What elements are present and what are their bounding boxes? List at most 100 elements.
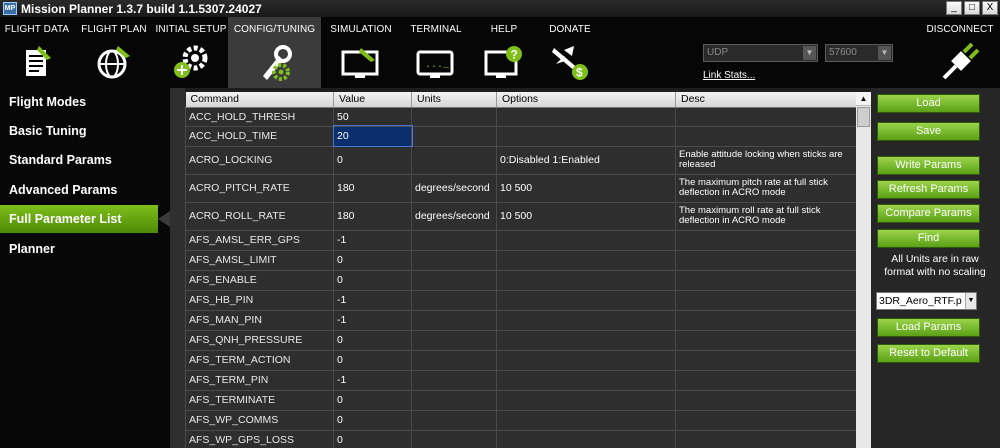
table-row[interactable]: AFS_ENABLE 0 <box>185 269 856 291</box>
table-row[interactable]: ACRO_ROLL_RATE 180 degrees/second 10 500 The… <box>185 201 856 231</box>
compare-params-button[interactable]: Compare Params <box>877 204 980 223</box>
param-units-cell <box>411 106 497 127</box>
link-stats-link[interactable]: Link Stats... <box>703 70 755 81</box>
table-row[interactable]: ACC_HOLD_THRESH 50 <box>185 106 856 127</box>
nav-planner[interactable]: Planner <box>0 235 170 263</box>
menu-help[interactable]: HELP ? <box>471 17 537 88</box>
table-row[interactable]: AFS_HB_PIN -1 <box>185 289 856 311</box>
connection-type-select[interactable]: UDP ▼ <box>703 44 818 62</box>
param-value-cell[interactable]: 0 <box>333 349 412 371</box>
param-value-cell[interactable]: 0 <box>333 249 412 271</box>
table-row[interactable]: AFS_WP_COMMS 0 <box>185 409 856 431</box>
window-controls: _ □ X <box>946 1 998 15</box>
menu-donate[interactable]: DONATE $ <box>537 17 603 88</box>
param-value-cell[interactable]: 0 <box>333 409 412 431</box>
param-file-select[interactable]: 3DR_Aero_RTF.p ▼ <box>876 292 977 310</box>
menu-config-tuning[interactable]: CONFIG/TUNING <box>228 17 321 88</box>
chevron-down-icon: ▼ <box>878 46 891 60</box>
param-options-cell: 10 500 <box>496 201 676 231</box>
scroll-up-icon[interactable]: ▲ <box>856 92 871 106</box>
menu-flight-data[interactable]: FLIGHT DATA <box>0 17 74 88</box>
table-row[interactable]: AFS_TERM_PIN -1 <box>185 369 856 391</box>
find-button[interactable]: Find <box>877 229 980 248</box>
right-action-panel: Load Save Write Params Refresh Params Co… <box>871 88 1000 448</box>
minimize-button[interactable]: _ <box>946 1 962 15</box>
reset-to-default-button[interactable]: Reset to Default <box>877 344 980 363</box>
menu-simulation[interactable]: SIMULATION <box>321 17 401 88</box>
load-button[interactable]: Load <box>877 94 980 113</box>
param-value-cell[interactable]: -1 <box>333 229 412 251</box>
flight-plan-globe-icon <box>97 46 130 79</box>
param-value-cell[interactable]: -1 <box>333 289 412 311</box>
table-row[interactable]: ACRO_PITCH_RATE 180 degrees/second 10 500 Th… <box>185 173 856 203</box>
table-row[interactable]: AFS_TERM_ACTION 0 <box>185 349 856 371</box>
table-row[interactable]: AFS_AMSL_LIMIT 0 <box>185 249 856 271</box>
close-button[interactable]: X <box>982 1 998 15</box>
chevron-down-icon: ▼ <box>803 46 816 60</box>
table-row[interactable]: AFS_WP_GPS_LOSS 0 <box>185 429 856 448</box>
param-value-cell[interactable]: 0 <box>333 145 412 175</box>
save-button[interactable]: Save <box>877 122 980 141</box>
param-value-cell[interactable]: 0 <box>333 429 412 448</box>
column-header-options[interactable]: Options <box>496 92 676 108</box>
nav-full-parameter-list[interactable]: Full Parameter List <box>0 205 170 233</box>
param-units-cell: degrees/second <box>411 173 497 203</box>
param-options-cell <box>496 349 676 371</box>
title-bar: MP Mission Planner 1.3.7 build 1.1.5307.… <box>0 0 1000 17</box>
scroll-thumb[interactable] <box>857 107 870 127</box>
nav-standard-params[interactable]: Standard Params <box>0 146 170 174</box>
write-params-button[interactable]: Write Params <box>877 156 980 175</box>
param-value-cell[interactable]: 180 <box>333 201 412 231</box>
table-row[interactable]: ACC_HOLD_TIME 20 <box>185 125 856 147</box>
chevron-down-icon: ▼ <box>965 293 976 309</box>
param-units-cell <box>411 409 497 431</box>
menu-terminal[interactable]: TERMINAL ..._ <box>401 17 471 88</box>
menu-initial-setup[interactable]: INITIAL SETUP <box>154 17 228 88</box>
param-options-cell <box>496 229 676 251</box>
table-row[interactable]: AFS_AMSL_ERR_GPS -1 <box>185 229 856 251</box>
menu-flight-plan[interactable]: FLIGHT PLAN <box>74 17 154 88</box>
nav-basic-tuning[interactable]: Basic Tuning <box>0 117 170 145</box>
param-value-cell[interactable]: 180 <box>333 173 412 203</box>
param-options-cell <box>496 369 676 391</box>
param-desc-cell <box>675 309 856 331</box>
column-header-desc[interactable]: Desc <box>675 92 856 108</box>
table-row[interactable]: AFS_TERMINATE 0 <box>185 389 856 411</box>
grid-scrollbar[interactable]: ▲ <box>856 92 871 448</box>
svg-text:$: $ <box>576 66 583 80</box>
param-desc-cell <box>675 329 856 351</box>
param-units-cell <box>411 369 497 391</box>
param-value-cell[interactable]: 20 <box>332 125 413 147</box>
column-header-value[interactable]: Value <box>333 92 412 108</box>
param-units-cell <box>411 125 497 147</box>
units-note: All Units are in raw format with no scal… <box>884 253 986 278</box>
table-row[interactable]: AFS_MAN_PIN -1 <box>185 309 856 331</box>
param-command-cell: ACC_HOLD_TIME <box>185 125 334 147</box>
load-params-button[interactable]: Load Params <box>877 318 980 337</box>
table-row[interactable]: ACRO_LOCKING 0 0:Disabled 1:Enabled Enable … <box>185 145 856 175</box>
table-row[interactable]: AFS_QNH_PRESSURE 0 <box>185 329 856 351</box>
param-value-cell[interactable]: -1 <box>333 369 412 391</box>
param-command-cell: AFS_QNH_PRESSURE <box>185 329 334 351</box>
column-header-units[interactable]: Units <box>411 92 497 108</box>
column-header-command[interactable]: Command <box>185 92 334 108</box>
param-value-cell[interactable]: 0 <box>333 329 412 351</box>
nav-flight-modes[interactable]: Flight Modes <box>0 88 170 116</box>
param-units-cell <box>411 429 497 448</box>
help-monitor-icon: ? <box>484 46 522 78</box>
param-value-cell[interactable]: 50 <box>333 106 412 127</box>
nav-advanced-params[interactable]: Advanced Params <box>0 176 170 204</box>
param-value-cell[interactable]: 0 <box>333 389 412 411</box>
param-value-cell[interactable]: 0 <box>333 269 412 291</box>
param-command-cell: AFS_TERMINATE <box>185 389 334 411</box>
param-command-cell: AFS_HB_PIN <box>185 289 334 311</box>
param-units-cell <box>411 289 497 311</box>
menu-disconnect[interactable]: DISCONNECT <box>920 17 1000 88</box>
param-value-cell[interactable]: -1 <box>333 309 412 331</box>
param-desc-cell <box>675 389 856 411</box>
baud-rate-select[interactable]: 57600 ▼ <box>825 44 893 62</box>
param-desc-cell <box>675 409 856 431</box>
svg-text:..._: ..._ <box>425 60 450 71</box>
maximize-button[interactable]: □ <box>964 1 980 15</box>
refresh-params-button[interactable]: Refresh Params <box>877 180 980 199</box>
